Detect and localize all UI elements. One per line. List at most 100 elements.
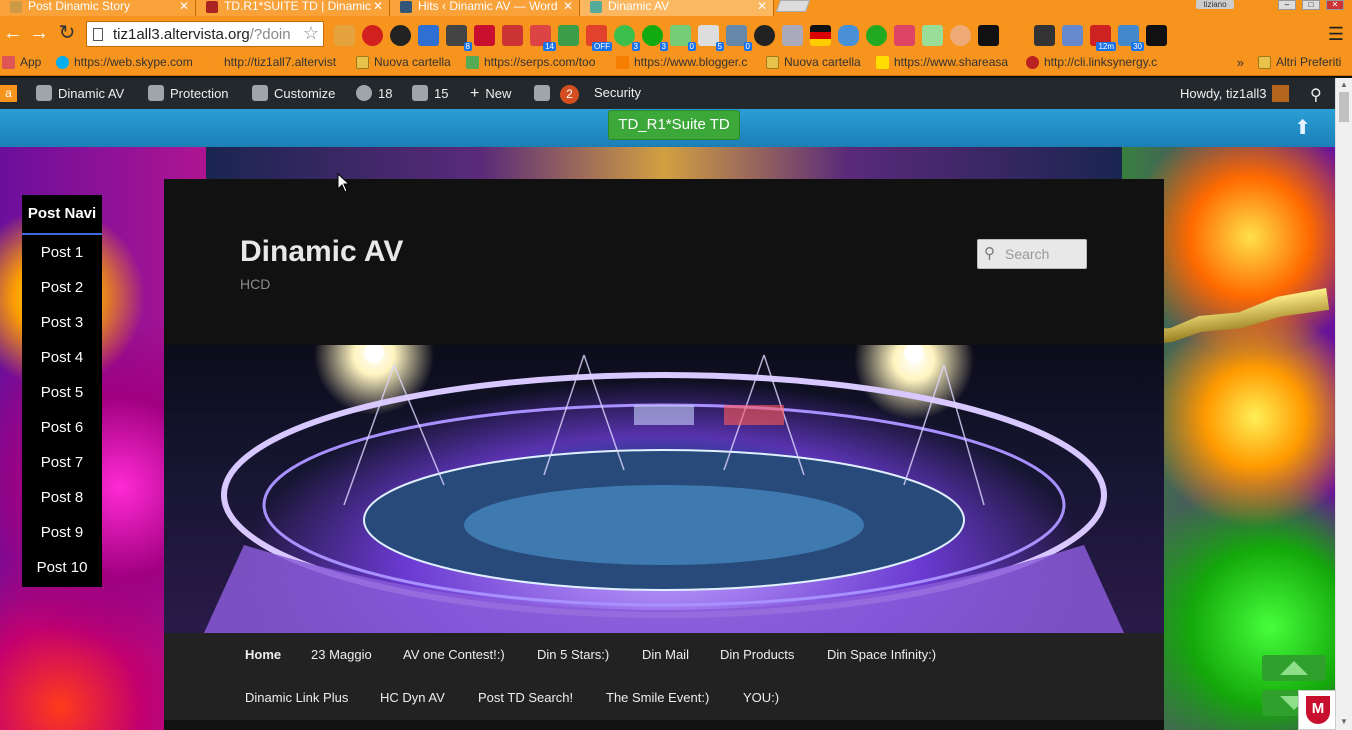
menu-item[interactable]: Dinamic Link Plus <box>245 690 348 705</box>
post-nav-item[interactable]: Post 7 <box>22 445 102 480</box>
menu-item[interactable]: AV one Contest!:) <box>403 647 505 662</box>
extension-icon[interactable]: 12m <box>1090 25 1116 51</box>
browser-tab-active[interactable]: Dinamic AV ✕ <box>580 0 774 16</box>
menu-icon[interactable]: ☰ <box>1328 24 1344 45</box>
menu-item[interactable]: YOU:) <box>743 690 779 705</box>
extension-icon[interactable]: 3 <box>642 25 668 51</box>
close-icon[interactable]: ✕ <box>757 0 767 13</box>
bookmark-item[interactable]: App <box>2 55 41 69</box>
bookmark-item[interactable]: https://serps.com/too <box>466 55 595 69</box>
bookmark-item[interactable]: https://www.shareasa <box>876 55 1008 69</box>
scroll-down-arrow-icon[interactable]: ▼ <box>1340 717 1348 726</box>
wordpress-icon[interactable] <box>950 25 971 46</box>
suite-td-button[interactable]: TD_R1*Suite TD <box>608 110 740 140</box>
scroll-up-arrow-icon[interactable]: ▲ <box>1340 80 1348 89</box>
adminbar-seo[interactable]: 2 <box>534 85 579 104</box>
post-nav-item[interactable]: Post 8 <box>22 480 102 515</box>
bookmark-folder[interactable]: Nuova cartella <box>766 55 861 69</box>
close-icon[interactable]: ✕ <box>179 0 189 13</box>
menu-item[interactable]: Post TD Search! <box>478 690 573 705</box>
scroll-to-top-button[interactable] <box>1262 655 1326 681</box>
extension-icon[interactable]: 8 <box>446 25 472 51</box>
extension-icon[interactable] <box>922 25 943 46</box>
menu-item[interactable]: 23 Maggio <box>311 647 372 662</box>
post-nav-item[interactable]: Post 10 <box>22 550 102 585</box>
site-title[interactable]: Dinamic AV <box>240 235 403 269</box>
menu-item[interactable]: The Smile Event:) <box>606 690 709 705</box>
post-nav-item[interactable]: Post 4 <box>22 340 102 375</box>
download-icon[interactable] <box>334 25 355 46</box>
adminbar-updates[interactable]: 18 <box>356 85 392 101</box>
adminbar-comments[interactable]: 15 <box>412 85 448 101</box>
extension-icon[interactable] <box>782 25 803 46</box>
post-nav-item[interactable]: Post 2 <box>22 270 102 305</box>
search-icon[interactable]: ⚲ <box>1310 85 1322 105</box>
adminbar-account[interactable]: Howdy, tiz1all3 <box>1180 85 1290 102</box>
hexagon-icon[interactable] <box>1034 25 1055 46</box>
altervista-logo-icon[interactable]: a <box>0 85 17 102</box>
extension-icon[interactable]: 14 <box>530 25 556 51</box>
p-icon[interactable] <box>978 25 999 46</box>
close-icon[interactable]: ✕ <box>563 0 573 13</box>
maximize-icon[interactable]: □ <box>1302 0 1320 10</box>
browser-tab[interactable]: Post Dinamic Story ✕ <box>0 0 196 16</box>
page-scrollbar[interactable]: ▲ ▼ <box>1335 78 1352 730</box>
adminbar-site[interactable]: Dinamic AV <box>36 85 124 101</box>
adminbar-new[interactable]: + New <box>470 85 511 103</box>
extension-icon[interactable]: 30 <box>1118 25 1144 51</box>
menu-item[interactable]: Din Products <box>720 647 794 662</box>
extension-icon[interactable]: 0 <box>726 25 752 51</box>
menu-item[interactable]: Din 5 Stars:) <box>537 647 609 662</box>
adminbar-customize[interactable]: Customize <box>252 85 335 101</box>
adminbar-protection[interactable]: Protection <box>148 85 229 101</box>
post-nav-item[interactable]: Post 3 <box>22 305 102 340</box>
skype-s-icon[interactable] <box>418 25 439 46</box>
arrow-up-icon[interactable]: ⬆ <box>1294 115 1311 140</box>
adblock-icon[interactable] <box>362 25 383 46</box>
bookmarks-overflow-chevron-icon[interactable]: » <box>1237 55 1244 70</box>
close-icon[interactable]: ✕ <box>373 0 383 13</box>
close-window-icon[interactable]: ✕ <box>1326 0 1344 10</box>
menu-item[interactable]: Home <box>245 647 281 662</box>
post-nav-item[interactable]: Post 6 <box>22 410 102 445</box>
mcafee-badge[interactable]: M <box>1298 690 1336 730</box>
extension-icon[interactable]: 3 <box>614 25 640 51</box>
cloud-icon[interactable] <box>838 25 859 46</box>
menu-item[interactable]: Din Space Infinity:) <box>827 647 936 662</box>
browser-tab[interactable]: TD.R1*SUITE TD | Dinamic ✕ <box>196 0 390 16</box>
bookmark-folder[interactable]: Nuova cartella <box>356 55 451 69</box>
bookmark-item[interactable]: http://cli.linksynergy.c <box>1026 55 1157 69</box>
extension-icon[interactable] <box>866 25 887 46</box>
bulb-icon[interactable]: 5 <box>698 25 724 51</box>
menu-item[interactable]: HC Dyn AV <box>380 690 445 705</box>
post-nav-item[interactable]: Post 1 <box>22 235 102 270</box>
bookmark-star-icon[interactable]: ☆ <box>303 23 319 44</box>
flag-icon[interactable] <box>810 25 831 46</box>
post-nav-item[interactable]: Post 5 <box>22 375 102 410</box>
arrow-icon[interactable] <box>1006 25 1027 46</box>
pdf-icon[interactable] <box>502 25 523 46</box>
screen-icon[interactable] <box>1062 25 1083 46</box>
browser-tab[interactable]: Hits ‹ Dinamic AV — Word ✕ <box>390 0 580 16</box>
profile-badge[interactable]: tiziano <box>1196 0 1234 9</box>
drive-icon[interactable] <box>558 25 579 46</box>
forward-arrow-icon[interactable]: → <box>28 22 50 44</box>
code-icon[interactable] <box>894 25 915 46</box>
other-bookmarks-folder[interactable]: Altri Preferiti <box>1258 55 1341 69</box>
flask-icon[interactable] <box>1146 25 1167 46</box>
minimize-icon[interactable]: – <box>1278 0 1296 10</box>
bookmark-item[interactable]: https://web.skype.com <box>56 55 193 69</box>
extension-icon[interactable]: 0 <box>670 25 696 51</box>
mcafee-shield-icon[interactable] <box>474 25 495 46</box>
extension-icon[interactable] <box>754 25 775 46</box>
coupon-icon[interactable]: OFF <box>586 25 612 51</box>
new-tab-button[interactable] <box>775 0 811 12</box>
scrollbar-thumb[interactable] <box>1339 92 1349 122</box>
adminbar-security[interactable]: Security <box>594 85 641 100</box>
bookmark-item[interactable]: https://www.blogger.c <box>616 55 747 69</box>
bookmark-item[interactable]: http://tiz1all7.altervist <box>206 55 336 69</box>
search-input[interactable]: ⚲ Search <box>977 239 1087 269</box>
camera-icon[interactable] <box>390 25 411 46</box>
menu-item[interactable]: Din Mail <box>642 647 689 662</box>
reload-icon[interactable]: ↻ <box>56 22 78 44</box>
